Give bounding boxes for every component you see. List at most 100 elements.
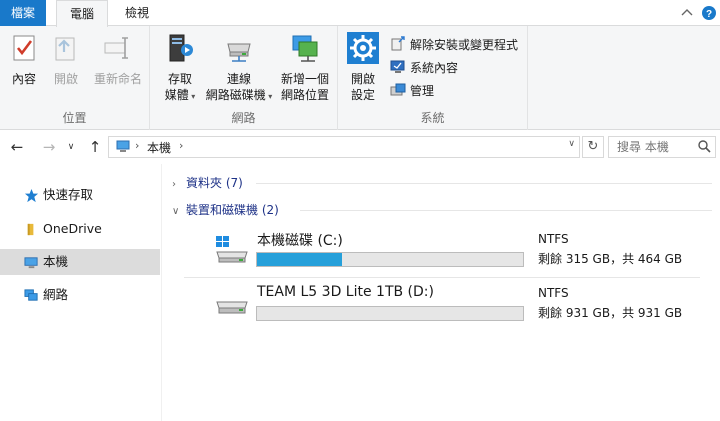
network-drive-icon [227, 43, 251, 62]
drive-name: TEAM L5 3D Lite 1TB (D:) [257, 284, 434, 300]
network-icon [24, 289, 38, 301]
chevron-down-icon: ∨ [67, 142, 75, 152]
tab-computer[interactable]: 電腦 [56, 0, 108, 27]
search-input[interactable] [609, 137, 693, 157]
svg-text:?: ? [706, 9, 712, 20]
add-location-label-2: 網路位置 [280, 88, 329, 102]
sidebar-item-network[interactable]: 網路 [0, 282, 160, 308]
drive-free-space: 剩餘 931 GB，共 931 GB [538, 306, 683, 320]
open-label: 開啟 [53, 72, 78, 86]
map-network-drive-button[interactable]: 連線 網路磁碟機 ▾ [202, 32, 276, 105]
sidebar-item-this-pc[interactable]: 本機 [0, 249, 160, 275]
rename-icon [104, 37, 128, 59]
sidebar-item-label: 網路 [43, 287, 69, 302]
drive-item-c[interactable]: 本機磁碟 (C:) NTFS 剩餘 315 GB，共 464 GB [184, 230, 684, 274]
location-group-label: 位置 [62, 111, 87, 125]
sidebar-item-label: 本機 [43, 254, 69, 269]
breadcrumb-separator-icon[interactable]: › [179, 139, 183, 152]
open-settings-label-2: 設定 [350, 88, 375, 102]
content-pane: › 資料夾 (7) ∨ 裝置和磁碟機 (2) 本機磁碟 (C:) NTFS 剩餘 3… [164, 164, 720, 421]
this-pc-icon [116, 140, 130, 152]
add-network-location-button[interactable]: 新增一個 網路位置 [276, 32, 334, 103]
back-button[interactable]: ← [8, 138, 26, 156]
chevron-right-icon: › [172, 179, 176, 190]
manage-label: 管理 [410, 84, 435, 98]
media-server-icon [169, 34, 193, 62]
uninstall-program-button[interactable]: 解除安裝或變更程式 [390, 35, 518, 55]
section-divider [256, 183, 712, 184]
system-drive-icon [216, 236, 248, 263]
map-drive-label-1: 連線 [226, 72, 251, 86]
arrow-right-icon: → [42, 138, 56, 156]
search-icon [698, 140, 711, 153]
sidebar-item-label: OneDrive [43, 221, 102, 236]
sidebar-item-quick-access[interactable]: 快速存取 [0, 182, 160, 208]
refresh-icon: ↻ [587, 139, 599, 154]
access-media-button[interactable]: 存取 媒體 ▾ [154, 32, 206, 105]
add-location-label-1: 新增一個 [280, 72, 329, 86]
arrow-left-icon: ← [10, 138, 24, 156]
open-settings-button[interactable]: 開啟 設定 [342, 32, 384, 103]
ribbon-group-system: 開啟 設定 解除安裝或變更程式 系統內容 管理 系統 [338, 26, 528, 130]
manage-button[interactable]: 管理 [390, 81, 434, 101]
sidebar-item-onedrive[interactable]: OneDrive [0, 216, 160, 242]
arrow-up-icon: ↑ [88, 138, 102, 156]
system-group-label: 系統 [420, 111, 445, 125]
ribbon: 內容 開啟 重新命名 位置 存取 媒體 ▾ 連線 網路磁碟機 ▾ 新增一個 網路… [0, 26, 720, 130]
drive-icon [216, 301, 248, 314]
chevron-down-icon: ▾ [265, 92, 273, 101]
tab-view[interactable]: 檢視 [112, 0, 162, 26]
navigation-pane: 快速存取 OneDrive 本機 網路 [0, 164, 162, 421]
open-icon [55, 37, 75, 61]
settings-gear-icon [347, 32, 379, 64]
devices-section-label: 裝置和磁碟機 (2) [186, 203, 279, 217]
onedrive-folder-icon [27, 223, 34, 236]
address-dropdown-icon[interactable]: ∨ [568, 139, 575, 149]
rename-button[interactable]: 重新命名 [90, 32, 146, 87]
drive-divider [184, 277, 700, 278]
recent-locations-button[interactable]: ∨ [64, 138, 78, 156]
ribbon-group-location: 內容 開啟 重新命名 位置 [0, 26, 150, 130]
network-group-label: 網路 [231, 111, 256, 125]
properties-label: 內容 [11, 72, 36, 86]
breadcrumb-separator-icon: › [135, 139, 140, 152]
address-location[interactable]: 本機 [147, 139, 171, 156]
drive-name: 本機磁碟 (C:) [257, 233, 343, 249]
folders-section-label: 資料夾 (7) [186, 176, 243, 190]
open-button[interactable]: 開啟 [48, 32, 84, 87]
refresh-button[interactable]: ↻ [582, 136, 604, 158]
navigation-bar: ← → ∨ ↑ › 本機 › ∨ ↻ [0, 130, 720, 164]
system-properties-icon [390, 60, 405, 73]
collapse-ribbon-icon[interactable] [678, 4, 696, 22]
search-box[interactable] [608, 136, 716, 158]
address-bar[interactable]: › 本機 › ∨ [108, 136, 580, 158]
drive-usage-fill [257, 253, 343, 266]
star-icon [24, 188, 39, 203]
chevron-down-icon: ∨ [172, 206, 180, 217]
map-drive-label-2: 網路磁碟機 [205, 88, 266, 102]
uninstall-icon [391, 36, 405, 51]
uninstall-label: 解除安裝或變更程式 [410, 38, 519, 52]
drive-free-space: 剩餘 315 GB，共 464 GB [538, 252, 683, 266]
help-icon[interactable]: ? [700, 4, 718, 22]
rename-label: 重新命名 [93, 72, 142, 86]
drive-filesystem: NTFS [538, 286, 569, 300]
access-media-label-2: 媒體 [164, 88, 189, 102]
up-button[interactable]: ↑ [86, 138, 104, 156]
folders-section-header[interactable]: › 資料夾 (7) [172, 173, 712, 193]
open-settings-label-1: 開啟 [350, 72, 375, 86]
file-explorer-window: 檔案 電腦 檢視 ? 內容 開啟 重新命名 位置 存取 媒體 ▾ 連線 網路磁碟… [0, 0, 720, 421]
properties-button[interactable]: 內容 [6, 32, 42, 87]
devices-section-header[interactable]: ∨ 裝置和磁碟機 (2) [172, 200, 712, 220]
drive-filesystem: NTFS [538, 232, 569, 246]
manage-icon [390, 83, 406, 96]
forward-button[interactable]: → [40, 138, 58, 156]
sidebar-item-label: 快速存取 [43, 187, 94, 202]
properties-icon [13, 35, 35, 61]
system-properties-button[interactable]: 系統內容 [390, 58, 458, 78]
tab-file[interactable]: 檔案 [0, 0, 46, 26]
chevron-down-icon: ▾ [188, 92, 196, 101]
access-media-label-1: 存取 [167, 72, 192, 86]
drive-item-d[interactable]: TEAM L5 3D Lite 1TB (D:) NTFS 剩餘 931 GB，… [184, 284, 684, 328]
drive-usage-bar [256, 306, 524, 321]
